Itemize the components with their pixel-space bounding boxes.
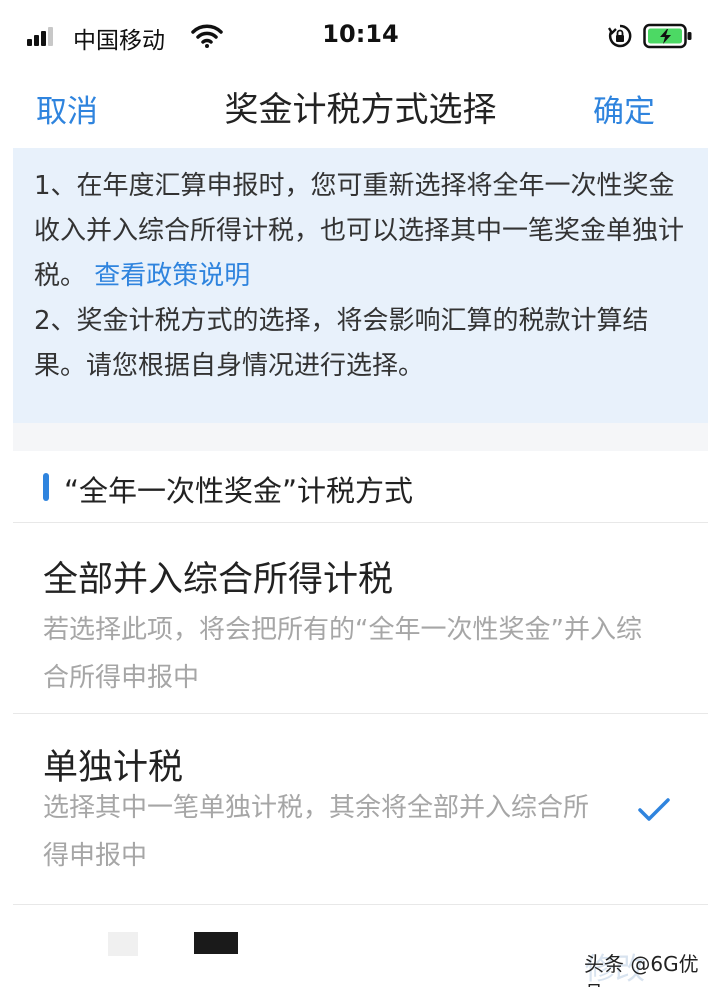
confirm-button[interactable]: 确定 bbox=[593, 86, 655, 131]
section-header: “全年一次性奖金”计税方式 bbox=[13, 451, 708, 523]
option-title: 单独计税 bbox=[43, 748, 184, 788]
option-merge-all[interactable]: 全部并入综合所得计税 若选择此项，将会把所有的“全年一次性奖金”并入综合所得申报… bbox=[13, 523, 708, 714]
section-accent-bar bbox=[43, 473, 49, 501]
status-bar: 中国移动 10:14 bbox=[13, 12, 708, 60]
obscured-content bbox=[194, 932, 238, 954]
option-title: 全部并入综合所得计税 bbox=[43, 560, 394, 600]
option-separate-tax[interactable]: 单独计税 选择其中一笔单独计税，其余将全部并入综合所得申报中 bbox=[13, 714, 708, 905]
notice-panel: 1、在年度汇算申报时，您可重新选择将全年一次性奖金收入并入综合所得计税，也可以选… bbox=[13, 148, 708, 423]
notice-line-2: 2、奖金计税方式的选择，将会影响汇算的税款计算结果。请您根据自身情况进行选择。 bbox=[34, 306, 649, 381]
watermark: 头条 @6G优品 bbox=[580, 948, 720, 987]
clock-time: 10:14 bbox=[322, 20, 399, 48]
option-description: 若选择此项，将会把所有的“全年一次性奖金”并入综合所得申报中 bbox=[43, 615, 642, 693]
rotation-lock-icon bbox=[608, 24, 632, 48]
battery-icon bbox=[643, 23, 692, 49]
obscured-content bbox=[108, 932, 138, 956]
checkmark-icon bbox=[638, 798, 670, 821]
section-title: “全年一次性奖金”计税方式 bbox=[64, 474, 414, 508]
option-description: 选择其中一笔单独计税，其余将全部并入综合所得申报中 bbox=[43, 793, 590, 871]
phone-screen: 中国移动 10:14 取消 奖金计税方式选择 确定 1、在年度汇算申报时，您可重… bbox=[13, 12, 708, 987]
policy-link[interactable]: 查看政策说明 bbox=[94, 261, 250, 291]
section-divider bbox=[13, 423, 708, 451]
nav-bar: 取消 奖金计税方式选择 确定 bbox=[13, 60, 708, 148]
